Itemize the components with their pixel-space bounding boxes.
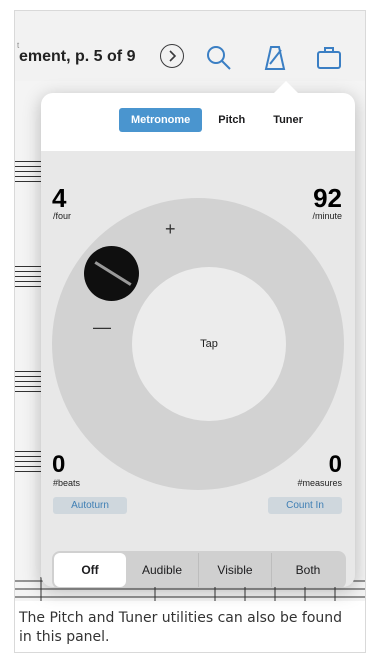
metronome-mode-selector: Off Audible Visible Both [52,551,346,587]
screenshot-frame: t ement, p. 5 of 9 Metronome Pitch Tuner… [14,10,366,653]
knob-indicator [94,261,132,286]
beats-label: #beats [53,478,81,488]
beat-unit-label: /four [53,211,72,221]
metronome-icon [264,46,286,70]
search-button[interactable] [205,44,233,72]
metronome-panel: Metronome Pitch Tuner 4 /four 92 /minute… [41,93,355,587]
search-icon [207,46,231,70]
tempo-knob[interactable] [84,246,139,301]
utility-tabs: Metronome Pitch Tuner [119,108,315,132]
tab-metronome[interactable]: Metronome [119,108,203,132]
count-in-button[interactable]: Count In [268,497,342,514]
beat-unit-value[interactable]: 4 [52,183,66,214]
tempo-dial[interactable]: Tap [52,198,344,490]
tempo-value[interactable]: 92 [313,183,342,214]
app-toolbar: t ement, p. 5 of 9 [15,11,365,81]
mode-off[interactable]: Off [54,553,126,587]
tempo-label: /minute [312,211,342,221]
beats-value[interactable]: 0 [52,451,65,479]
increase-tempo-icon[interactable]: + [165,219,176,240]
mode-both[interactable]: Both [271,553,344,587]
metronome-button[interactable] [261,44,289,72]
tools-button[interactable] [315,44,343,72]
mode-audible[interactable]: Audible [126,553,198,587]
tab-tuner[interactable]: Tuner [261,108,315,132]
chevron-right-icon [169,50,177,62]
popover-arrow [274,81,298,93]
document-title: ement, p. 5 of 9 [19,48,136,65]
mode-visible[interactable]: Visible [198,553,271,587]
autoturn-button[interactable]: Autoturn [53,497,127,514]
measures-label: #measures [297,478,342,488]
figure-caption: The Pitch and Tuner utilities can also b… [19,610,343,645]
briefcase-icon [317,47,341,69]
decrease-tempo-icon[interactable]: — [93,317,111,338]
measures-value[interactable]: 0 [329,451,342,479]
tab-pitch[interactable]: Pitch [206,108,257,132]
panel-header: Metronome Pitch Tuner [41,93,355,151]
next-page-button[interactable] [160,44,184,68]
tap-button[interactable]: Tap [132,267,286,421]
